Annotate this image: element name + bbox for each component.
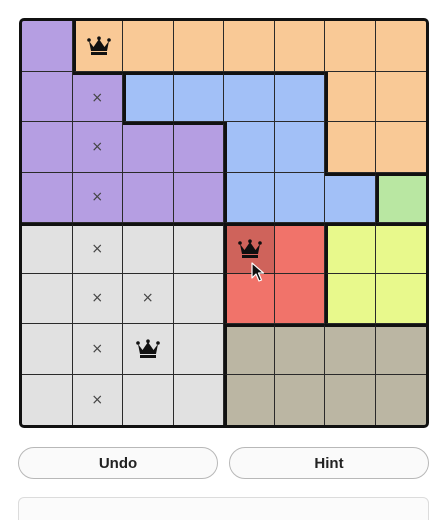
board-grid: × × × × × × × × xyxy=(22,21,426,425)
board-cell[interactable] xyxy=(123,122,174,173)
board-cell[interactable] xyxy=(375,273,426,324)
board-cell[interactable] xyxy=(375,223,426,274)
board-cell[interactable] xyxy=(173,324,224,375)
board-cell[interactable] xyxy=(325,122,376,173)
board-cell[interactable] xyxy=(274,374,325,425)
crown-icon xyxy=(135,339,160,359)
x-mark-icon: × xyxy=(91,340,104,357)
board-cell[interactable] xyxy=(173,374,224,425)
board-cell[interactable] xyxy=(173,223,224,274)
board-cell[interactable]: × xyxy=(72,273,123,324)
hint-button[interactable]: Hint xyxy=(229,447,429,479)
board-cell[interactable] xyxy=(173,21,224,72)
board-cell[interactable] xyxy=(274,273,325,324)
board-cell[interactable] xyxy=(325,172,376,223)
board-cell[interactable] xyxy=(224,273,275,324)
board-cell[interactable]: × xyxy=(123,273,174,324)
game-board: × × × × × × × × xyxy=(19,18,429,428)
board-cell[interactable] xyxy=(224,223,275,274)
board-cell[interactable] xyxy=(224,71,275,122)
x-mark-icon: × xyxy=(91,241,104,258)
board-cell[interactable] xyxy=(123,21,174,72)
board-cell[interactable] xyxy=(173,122,224,173)
board-cell[interactable] xyxy=(22,324,73,375)
board-cell[interactable] xyxy=(123,172,174,223)
x-mark-icon: × xyxy=(91,189,104,206)
board-cell[interactable] xyxy=(224,172,275,223)
board-cell[interactable] xyxy=(173,273,224,324)
board-cell[interactable] xyxy=(375,374,426,425)
board-cell[interactable] xyxy=(173,71,224,122)
board-cell[interactable]: × xyxy=(72,122,123,173)
x-mark-icon: × xyxy=(91,290,104,307)
board-cell[interactable] xyxy=(325,71,376,122)
board-cell[interactable] xyxy=(224,122,275,173)
board-cell[interactable]: × xyxy=(72,223,123,274)
board-cell[interactable] xyxy=(224,374,275,425)
x-mark-icon: × xyxy=(91,89,104,106)
board-cell[interactable] xyxy=(375,71,426,122)
board-cell[interactable] xyxy=(325,21,376,72)
board-cell[interactable]: × xyxy=(72,374,123,425)
board-cell[interactable] xyxy=(22,273,73,324)
board-cell[interactable] xyxy=(325,324,376,375)
board-cell[interactable] xyxy=(72,21,123,72)
board-cell[interactable]: × xyxy=(72,324,123,375)
board-cell[interactable] xyxy=(123,324,174,375)
board-cell[interactable] xyxy=(274,172,325,223)
board-cell[interactable] xyxy=(325,223,376,274)
board-cell[interactable] xyxy=(123,374,174,425)
board-cell[interactable] xyxy=(173,172,224,223)
board-cell[interactable] xyxy=(325,374,376,425)
undo-button[interactable]: Undo xyxy=(18,447,218,479)
board-cell[interactable] xyxy=(224,324,275,375)
board-cell[interactable] xyxy=(22,172,73,223)
board-cell[interactable] xyxy=(375,172,426,223)
queens-puzzle-app: × × × × × × × × Undo Hint xyxy=(0,0,447,520)
x-mark-icon: × xyxy=(141,290,154,307)
board-cell[interactable] xyxy=(22,223,73,274)
crown-icon xyxy=(238,239,263,259)
board-cell[interactable] xyxy=(375,21,426,72)
board-cell[interactable] xyxy=(375,122,426,173)
board-cell[interactable]: × xyxy=(72,71,123,122)
board-cell[interactable] xyxy=(22,374,73,425)
board-cell[interactable] xyxy=(274,324,325,375)
board-cell[interactable] xyxy=(375,324,426,375)
x-mark-icon: × xyxy=(91,391,104,408)
board-cell[interactable] xyxy=(123,71,174,122)
board-cell[interactable] xyxy=(22,71,73,122)
board-cell[interactable] xyxy=(224,21,275,72)
crown-icon xyxy=(86,36,111,56)
board-cell[interactable] xyxy=(123,223,174,274)
board-cell[interactable] xyxy=(274,122,325,173)
board-cell[interactable] xyxy=(325,273,376,324)
board-cell[interactable] xyxy=(274,21,325,72)
board-cell[interactable] xyxy=(22,21,73,72)
board-cell[interactable] xyxy=(274,223,325,274)
board-cell[interactable] xyxy=(274,71,325,122)
status-panel xyxy=(18,497,429,520)
x-mark-icon: × xyxy=(91,138,104,155)
board-cell[interactable]: × xyxy=(72,172,123,223)
board-cell[interactable] xyxy=(22,122,73,173)
